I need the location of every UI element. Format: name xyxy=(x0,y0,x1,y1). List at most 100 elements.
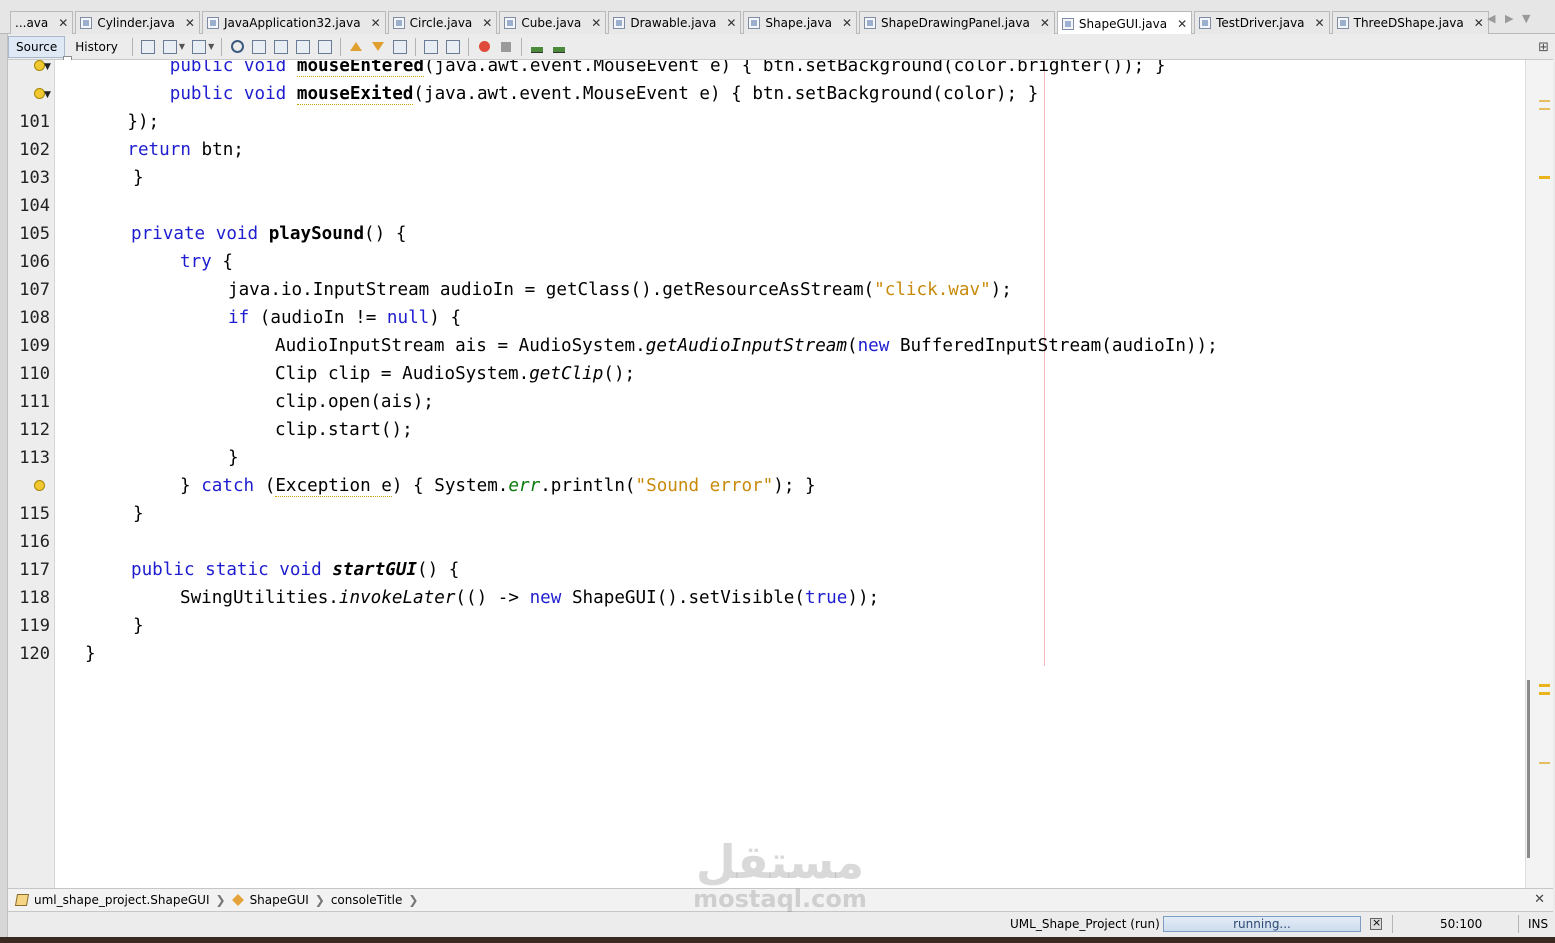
code-line: return btn; xyxy=(127,140,244,160)
back-icon[interactable] xyxy=(161,38,179,56)
find-next-icon[interactable] xyxy=(272,38,290,56)
package-icon xyxy=(14,894,30,906)
editor-tab-label: ...ava xyxy=(15,16,49,30)
code-line: clip.start(); xyxy=(275,420,413,440)
code-editor[interactable]: public void mouseEntered(java.awt.event.… xyxy=(55,60,1525,888)
desktop-taskbar-edge xyxy=(0,937,1555,943)
close-tab-icon[interactable]: ✕ xyxy=(591,16,601,30)
chevron-right-icon: ❯ xyxy=(314,893,325,907)
java-file-icon xyxy=(504,17,517,29)
close-tab-icon[interactable]: ✕ xyxy=(1040,16,1050,30)
line-number: 109 xyxy=(19,336,50,356)
line-number: 119 xyxy=(19,616,50,636)
close-tab-icon[interactable]: ✕ xyxy=(185,16,195,30)
shift-right-icon[interactable] xyxy=(444,38,462,56)
warning-mark[interactable] xyxy=(1539,176,1550,179)
editor-tab[interactable]: JavaApplication32.java ✕ xyxy=(201,11,386,34)
scroll-position-indicator[interactable] xyxy=(1527,680,1530,858)
editor-tab-label: JavaApplication32.java xyxy=(223,16,361,30)
next-bookmark-icon[interactable] xyxy=(369,38,387,56)
java-file-icon xyxy=(392,17,405,29)
close-tab-icon[interactable]: ✕ xyxy=(842,16,852,30)
tabs-next-icon[interactable]: ▶ xyxy=(1505,12,1513,25)
editor-tab[interactable]: ShapeGUI.java ✕ xyxy=(1056,11,1193,35)
close-tab-icon[interactable]: ✕ xyxy=(1474,16,1484,30)
warning-mark[interactable] xyxy=(1539,100,1550,102)
status-separator xyxy=(1518,915,1519,933)
line-number: 111 xyxy=(19,392,50,412)
line-number: 107 xyxy=(19,280,50,300)
line-number: 105 xyxy=(19,224,50,244)
warning-mark[interactable] xyxy=(1539,692,1550,695)
close-icon[interactable]: ✕ xyxy=(1534,892,1545,907)
forward-icon[interactable] xyxy=(190,38,208,56)
editor-tab[interactable]: Drawable.java ✕ xyxy=(608,11,742,34)
cancel-process-button[interactable] xyxy=(1370,916,1382,930)
close-tab-icon[interactable]: ✕ xyxy=(1177,17,1187,31)
uncomment-icon[interactable] xyxy=(550,38,568,56)
stop-macro-icon[interactable] xyxy=(497,38,515,56)
status-bar: UML_Shape_Project (run) running... 50:10… xyxy=(8,912,1553,937)
editor-tab[interactable]: ThreeDShape.java ✕ xyxy=(1331,11,1489,34)
close-tab-icon[interactable]: ✕ xyxy=(1315,16,1325,30)
editor-tab[interactable]: Cube.java ✕ xyxy=(499,11,607,34)
caret-position[interactable]: 50:100 xyxy=(1440,917,1482,931)
line-number: 115 xyxy=(19,504,50,524)
editor-tab[interactable]: TestDriver.java ✕ xyxy=(1194,11,1330,34)
tabs-list-icon[interactable]: ▼ xyxy=(1522,12,1530,25)
editor-tab[interactable]: Circle.java ✕ xyxy=(387,11,498,34)
toolbar-separator xyxy=(468,37,470,56)
find-selection-icon[interactable] xyxy=(294,38,312,56)
editor-tab[interactable]: Cylinder.java ✕ xyxy=(75,11,200,34)
code-line: AudioInputStream ais = AudioSystem.getAu… xyxy=(275,336,1218,356)
java-file-icon xyxy=(206,17,219,29)
split-editor-icon[interactable]: ⊞ xyxy=(1538,40,1549,55)
comment-icon[interactable] xyxy=(528,38,546,56)
line-number: 113 xyxy=(19,448,50,468)
toolbar-separator xyxy=(340,37,342,56)
breadcrumb-item-class-path[interactable]: uml_shape_project.ShapeGUI ❯ xyxy=(14,893,226,907)
running-project-label: UML_Shape_Project (run) xyxy=(1010,917,1160,931)
editor-tab[interactable]: ...ava ✕ xyxy=(10,11,74,34)
breadcrumb-item-member[interactable]: consoleTitle ❯ xyxy=(331,893,419,907)
error-stripe[interactable] xyxy=(1525,60,1553,888)
code-line: } xyxy=(228,448,239,468)
close-tab-icon[interactable]: ✕ xyxy=(371,16,381,30)
find-icon[interactable] xyxy=(228,38,246,56)
run-progress-bar[interactable]: running... xyxy=(1163,916,1361,932)
code-line: } xyxy=(133,168,144,188)
close-tab-icon[interactable]: ✕ xyxy=(726,16,736,30)
forward-dropdown-icon[interactable]: ▼ xyxy=(208,42,214,51)
insert-mode-indicator[interactable]: INS xyxy=(1528,917,1548,931)
start-macro-icon[interactable] xyxy=(475,38,493,56)
breadcrumb-item-class[interactable]: ShapeGUI ❯ xyxy=(231,893,325,907)
history-mode-button[interactable]: History xyxy=(67,36,126,58)
editor-tabs: ...ava ✕ Cylinder.java ✕ JavaApplication32.j… xyxy=(10,11,1491,35)
close-tab-icon[interactable]: ✕ xyxy=(58,16,68,30)
shift-left-icon[interactable] xyxy=(422,38,440,56)
breadcrumb-label: consoleTitle xyxy=(330,893,403,907)
code-line: private void playSound() { xyxy=(131,224,407,244)
toggle-highlight-icon[interactable] xyxy=(316,38,334,56)
last-edit-icon[interactable] xyxy=(139,38,157,56)
warning-mark[interactable] xyxy=(1539,108,1550,110)
editor-tab[interactable]: ShapeDrawingPanel.java ✕ xyxy=(859,11,1055,34)
code-line: public void mouseExited(java.awt.event.M… xyxy=(85,84,1039,105)
code-line: } xyxy=(133,504,144,524)
line-number: 106 xyxy=(19,252,50,272)
warning-mark[interactable] xyxy=(1539,684,1550,687)
editor-tab-label: ThreeDShape.java xyxy=(1353,16,1464,30)
toolbar-separator xyxy=(521,37,523,56)
toggle-bookmark-icon[interactable] xyxy=(391,38,409,56)
previous-bookmark-icon[interactable] xyxy=(347,38,365,56)
find-previous-icon[interactable] xyxy=(250,38,268,56)
tabs-prev-icon[interactable]: ◀ xyxy=(1487,12,1495,25)
code-line: java.io.InputStream audioIn = getClass()… xyxy=(228,280,1012,300)
editor-tab[interactable]: Shape.java ✕ xyxy=(743,11,858,34)
java-file-icon xyxy=(1336,17,1349,29)
warning-mark[interactable] xyxy=(1539,762,1550,764)
back-dropdown-icon[interactable]: ▼ xyxy=(179,42,185,51)
line-number: 117 xyxy=(19,560,50,580)
close-tab-icon[interactable]: ✕ xyxy=(482,16,492,30)
code-line: if (audioIn != null) { xyxy=(228,308,462,328)
